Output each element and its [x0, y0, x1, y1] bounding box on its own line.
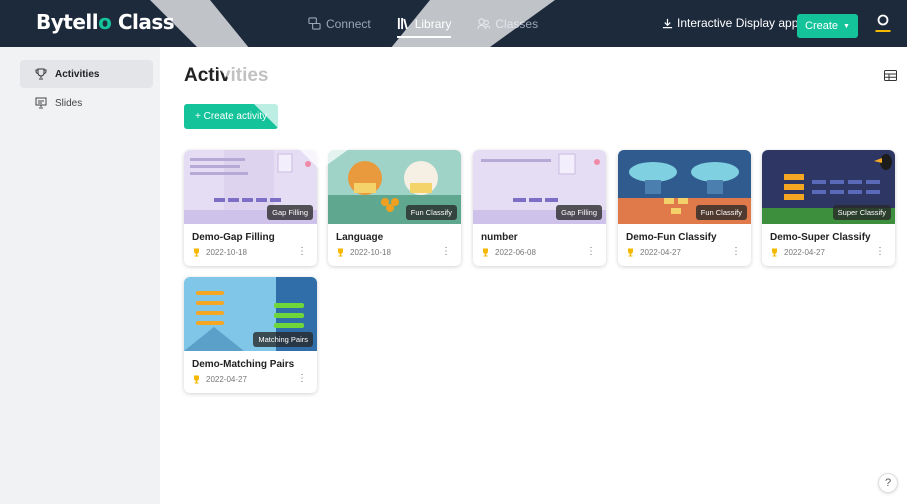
nav-item-classes[interactable]: Classes — [477, 0, 538, 47]
activity-thumbnail: Super Classify — [762, 150, 895, 224]
nav-label: Connect — [326, 16, 371, 31]
trophy-icon — [772, 248, 777, 257]
activity-type-badge: Fun Classify — [405, 205, 457, 220]
activity-type-badge: Super Classify — [832, 205, 891, 220]
activity-thumbnail: Fun Classify — [618, 150, 751, 224]
activity-date: 2022-04-27 — [784, 248, 825, 257]
activity-meta: 2022-04-27 — [770, 248, 825, 257]
sidebar-item-label: Slides — [55, 97, 83, 109]
nav-item-library[interactable]: Library — [396, 0, 452, 47]
sidebar-item-slides[interactable]: Slides — [20, 89, 153, 117]
more-options-icon[interactable]: ⋮ — [586, 247, 596, 257]
create-button[interactable]: Create ▼ — [797, 14, 858, 38]
table-view-icon[interactable] — [884, 70, 897, 81]
trophy-icon — [628, 248, 633, 257]
activity-card[interactable]: Matching Pairs Demo-Matching Pairs 2022-… — [184, 277, 317, 393]
trophy-icon — [483, 248, 488, 257]
interactive-display-label: Interactive Display app — [677, 16, 799, 30]
activity-meta: 2022-06-08 — [481, 248, 536, 257]
activity-type-badge: Fun Classify — [695, 205, 747, 220]
trophy-icon — [194, 375, 199, 384]
more-options-icon[interactable]: ⋮ — [875, 247, 885, 257]
trophy-icon — [35, 68, 47, 80]
activity-date: 2022-10-18 — [206, 248, 247, 257]
interactive-display-app-link[interactable]: Interactive Display app — [662, 16, 798, 30]
more-options-icon[interactable]: ⋮ — [441, 247, 451, 257]
caret-down-icon: ▼ — [843, 22, 850, 30]
user-icon[interactable] — [874, 13, 892, 33]
activity-date: 2022-10-18 — [350, 248, 391, 257]
classes-icon — [477, 18, 491, 30]
activity-date: 2022-04-27 — [640, 248, 681, 257]
create-label: Create — [805, 20, 839, 32]
activity-title: Language — [336, 232, 384, 243]
activity-date: 2022-04-27 — [206, 375, 247, 384]
connect-icon — [308, 17, 321, 30]
more-options-icon[interactable]: ⋮ — [297, 247, 307, 257]
activity-type-badge: Gap Filling — [267, 205, 313, 220]
activity-card[interactable]: Fun Classify Language 2022-10-18 ⋮ — [328, 150, 461, 266]
activity-type-badge: Gap Filling — [556, 205, 602, 220]
activity-date: 2022-06-08 — [495, 248, 536, 257]
page-title: Activities — [184, 65, 269, 86]
library-icon — [397, 17, 408, 30]
nav-label: Classes — [495, 16, 539, 31]
activity-title: Demo-Gap Filling — [192, 232, 275, 243]
activity-card[interactable]: Gap Filling number 2022-06-08 ⋮ — [473, 150, 606, 266]
activity-card[interactable]: Fun Classify Demo-Fun Classify 2022-04-2… — [618, 150, 751, 266]
nav-label: Library — [414, 16, 452, 31]
activity-thumbnail: Matching Pairs — [184, 277, 317, 351]
activity-title: Demo-Fun Classify — [626, 232, 717, 243]
top-navigation-bar: Bytello Class Connect Library Classes In… — [0, 0, 907, 47]
main-nav: Connect Library Classes — [308, 0, 538, 47]
sidebar: Activities Slides — [0, 47, 160, 504]
nav-item-connect[interactable]: Connect — [308, 0, 371, 47]
trophy-icon — [194, 248, 199, 257]
activity-thumbnail: Fun Classify — [328, 150, 461, 224]
activity-title: Demo-Super Classify — [770, 232, 871, 243]
activity-meta: 2022-04-27 — [192, 375, 247, 384]
brand-logo[interactable]: Bytello Class — [36, 10, 175, 34]
activity-thumbnail: Gap Filling — [473, 150, 606, 224]
activity-thumbnail: Gap Filling — [184, 150, 317, 224]
activity-meta: 2022-04-27 — [626, 248, 681, 257]
activity-title: number — [481, 232, 518, 243]
trophy-icon — [338, 248, 343, 257]
activity-card[interactable]: Super Classify Demo-Super Classify 2022-… — [762, 150, 895, 266]
more-options-icon[interactable]: ⋮ — [297, 374, 307, 384]
activity-card[interactable]: Gap Filling Demo-Gap Filling 2022-10-18 … — [184, 150, 317, 266]
sidebar-item-label: Activities — [55, 68, 100, 80]
activity-meta: 2022-10-18 — [192, 248, 247, 257]
sidebar-item-activities[interactable]: Activities — [20, 60, 153, 88]
activity-type-badge: Matching Pairs — [253, 332, 313, 347]
download-icon — [662, 18, 673, 28]
activity-meta: 2022-10-18 — [336, 248, 391, 257]
activity-title: Demo-Matching Pairs — [192, 359, 295, 370]
create-activity-button[interactable]: + Create activity — [184, 104, 278, 129]
more-options-icon[interactable]: ⋮ — [731, 247, 741, 257]
help-button[interactable]: ? — [878, 473, 898, 493]
presentation-icon — [35, 97, 47, 109]
